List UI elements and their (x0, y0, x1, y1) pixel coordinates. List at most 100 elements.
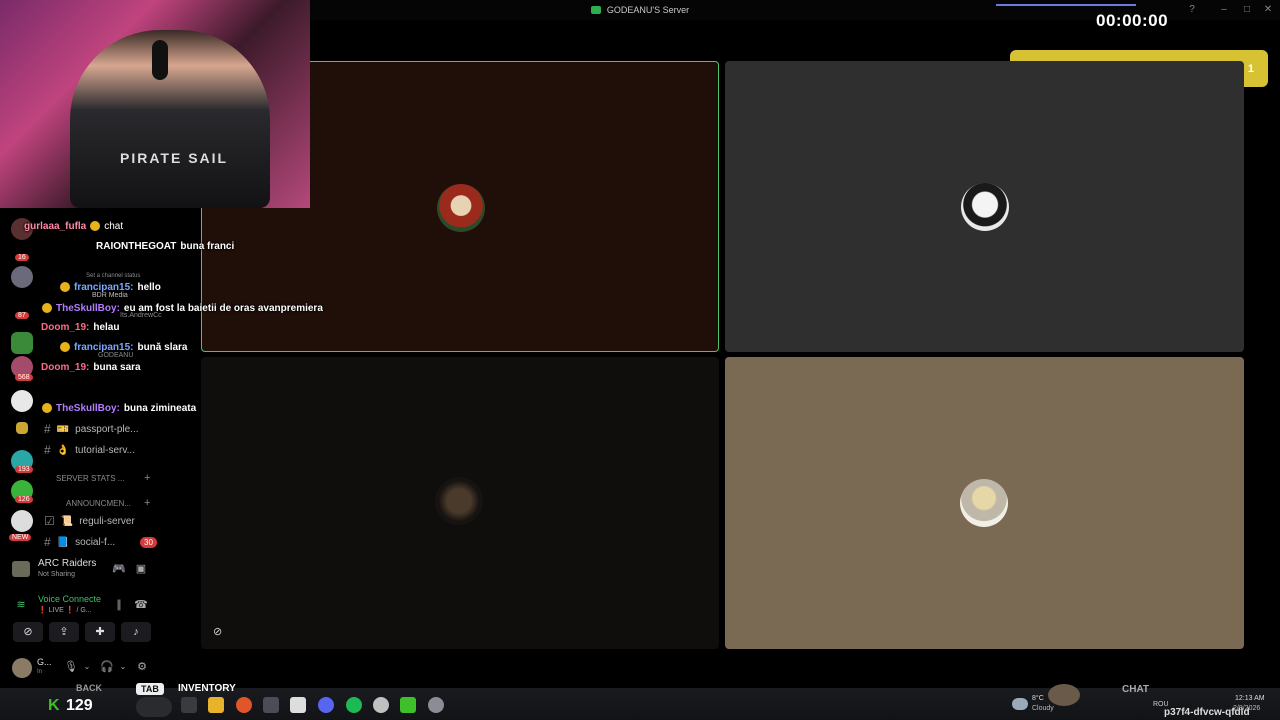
spotify-icon[interactable] (346, 697, 362, 713)
signal-icon[interactable]: ≋ (14, 598, 28, 612)
chat-line: TheSkullBoy: eu am fost la baietii de or… (42, 299, 323, 317)
add-channel-icon[interactable]: + (144, 472, 150, 484)
chat-username: gurlaaa_fufla (24, 220, 87, 232)
muted-icon: ⊘ (213, 626, 223, 638)
hud-chat-label: CHAT (1122, 684, 1150, 695)
user-name: G... (37, 657, 52, 667)
video-tile[interactable] (725, 61, 1244, 352)
activities-button[interactable]: ✚ (85, 622, 115, 642)
category-announcements[interactable]: ANNOUNCMEN... (66, 499, 131, 508)
help-icon[interactable]: ? (1186, 4, 1198, 16)
close-icon[interactable]: ✕ (1262, 4, 1274, 16)
hud-portrait (1048, 684, 1080, 706)
weather-desc: Cloudy (1032, 705, 1054, 712)
disconnect-icon[interactable]: ☎ (134, 598, 148, 612)
server-icon[interactable] (11, 332, 33, 354)
chat-message: bună slara (137, 341, 188, 353)
channel-emoji: 🎫 (56, 423, 70, 435)
settings-icon[interactable] (428, 697, 444, 713)
folder-icon[interactable] (16, 422, 28, 434)
hash-icon: # (44, 422, 51, 436)
server-icon[interactable] (11, 510, 33, 532)
avatar[interactable] (12, 658, 32, 678)
chat-message: helau (93, 321, 120, 333)
chat-username: TheSkullBoy: (56, 402, 120, 414)
chat-message: eu am fost la baietii de oras avanpremie… (123, 302, 323, 314)
cloud-icon (1012, 698, 1028, 710)
microphone-icon (152, 40, 168, 80)
bw-portrait-avatar (961, 183, 1009, 231)
user-status: In (37, 669, 43, 675)
chat-username: RAIONTHEGOAT (96, 240, 177, 252)
unread-badge: 193 (15, 466, 33, 473)
controller-icon[interactable]: 🎮 (112, 562, 126, 576)
game-icon (12, 561, 30, 577)
taskbar-search[interactable] (136, 697, 172, 717)
chat-username: francipan15: (74, 341, 134, 353)
discord-icon[interactable] (318, 697, 334, 713)
minimize-icon[interactable]: – (1218, 4, 1230, 16)
notification-count: 1 (1247, 62, 1254, 75)
unread-badge: 87 (15, 312, 29, 319)
video-tile[interactable]: ⊘ (201, 357, 719, 649)
soundboard-button[interactable]: ♪ (121, 622, 151, 642)
unread-badge: 16 (15, 254, 29, 261)
server-icon[interactable] (11, 266, 33, 288)
headphones-icon[interactable]: 🎧 (100, 660, 114, 674)
chat-line: Doom_19: buna sara (41, 358, 141, 376)
maximize-icon[interactable]: □ (1241, 4, 1253, 16)
screen-share-icon[interactable]: ▣ (134, 562, 148, 576)
rules-icon: ☑ (44, 514, 55, 528)
chat-message: hello (137, 281, 161, 293)
coin-badge-icon (60, 282, 70, 292)
channel-tutorial[interactable]: # 👌 tutorial-serv... (44, 441, 135, 459)
activity-panel[interactable]: ARC Raiders Not Sharing 🎮 ▣ (6, 553, 158, 585)
channel-label: social-f... (75, 536, 116, 548)
chat-line: RAIONTHEGOAT buna franci (96, 237, 234, 255)
chat-username: Doom_19: (41, 361, 90, 373)
share-screen-button[interactable]: ⇪ (49, 622, 79, 642)
clock-time[interactable]: 12:13 AM (1235, 695, 1265, 702)
coin-badge-icon (90, 221, 101, 231)
game-name: ARC Raiders (38, 558, 97, 569)
chat-line: francipan15: bună slara (60, 338, 188, 356)
blonde-sunglasses-avatar (960, 479, 1008, 527)
video-tile[interactable] (725, 357, 1244, 649)
stream-code: p37f4-dfvcw-qfdld (1164, 707, 1250, 718)
steam-icon[interactable] (263, 697, 279, 713)
chevron-down-icon[interactable]: ⌄ (80, 660, 94, 674)
hud-back-label: BACK (76, 683, 102, 693)
voice-status: Voice Connecte (38, 594, 102, 604)
server-icon[interactable] (11, 390, 33, 412)
app-icon[interactable] (290, 697, 306, 713)
coin-badge-icon (42, 303, 52, 313)
voice-channel: ❗ LIVE ❗ / G... (38, 607, 92, 614)
obs-icon[interactable] (373, 697, 389, 713)
channel-emoji: 📜 (60, 515, 74, 527)
shirt-print: PIRATE SAIL (120, 150, 229, 166)
stream-timer: 00:00:00 (1096, 11, 1169, 30)
hash-icon: # (44, 535, 51, 549)
channel-reguli[interactable]: ☑ 📜 reguli-server (44, 512, 135, 530)
file-explorer-icon[interactable] (208, 697, 224, 713)
gear-icon[interactable]: ⚙ (135, 660, 149, 674)
channel-passport[interactable]: # 🎫 passport-ple... (44, 420, 139, 438)
brave-icon[interactable] (236, 697, 252, 713)
coin-badge-icon (60, 342, 70, 352)
task-view-icon[interactable] (181, 697, 197, 713)
channel-label: reguli-server (79, 515, 135, 527)
window-title-text: GODEANU'S Server (606, 5, 690, 15)
microphone-icon[interactable]: 🎙 (64, 660, 78, 674)
chat-username: Doom_19: (41, 321, 90, 333)
camera-button[interactable]: ⊘ (13, 622, 43, 642)
channel-label: tutorial-serv... (75, 444, 135, 456)
category-server-stats[interactable]: SERVER STATS ... (56, 474, 124, 483)
coin-badge-icon (42, 403, 52, 413)
app-icon[interactable] (400, 697, 416, 713)
noise-suppression-icon[interactable]: ∥ (112, 598, 126, 612)
chevron-down-icon[interactable]: ⌄ (116, 660, 130, 674)
channel-social[interactable]: # 📘 social-f... (44, 533, 115, 551)
new-badge: NEW (9, 534, 32, 541)
channel-emoji: 📘 (56, 536, 70, 548)
add-channel-icon[interactable]: + (144, 497, 150, 509)
